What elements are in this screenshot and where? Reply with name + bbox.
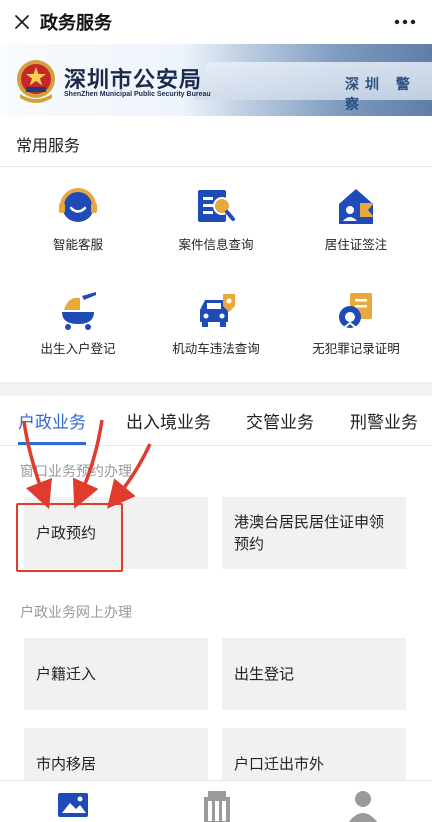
tile-household-transfer-in[interactable]: 户籍迁入 (24, 638, 208, 710)
service-label: 居住证签注 (324, 237, 388, 252)
close-icon (15, 15, 29, 29)
service-vehicle-violation[interactable]: 机动车违法查询 (144, 290, 288, 357)
home-icon (58, 793, 88, 817)
banner-subtitle: ShenZhen Municipal Public Security Burea… (64, 91, 211, 98)
no-criminal-record-icon (339, 293, 372, 328)
bottom-tab-bar (0, 780, 432, 822)
vehicle-violation-icon (200, 294, 235, 327)
birth-registration-icon (62, 292, 96, 330)
more-icon (394, 19, 416, 25)
banner-sign-text: 深圳 警察 (345, 77, 416, 113)
service-case-query[interactable]: 案件信息查询 (144, 186, 288, 253)
customer-service-icon (59, 188, 97, 222)
common-services-title: 常用服务 (16, 136, 81, 155)
service-label: 出生入户登记 (40, 341, 116, 356)
bottom-tab-profile[interactable] (346, 789, 380, 822)
tab-traffic[interactable]: 交管业务 (246, 408, 314, 433)
service-birth-registration[interactable]: 出生入户登记 (6, 290, 150, 357)
banner-title: 深圳市公安局 (64, 68, 203, 93)
bottom-tab-services[interactable] (200, 789, 234, 822)
residence-permit-icon (339, 189, 374, 224)
divider (0, 166, 432, 167)
service-label: 案件信息查询 (178, 237, 254, 252)
page-title: 政务服务 (40, 13, 112, 34)
page: 政务服务 深圳 警察 深圳市公安局 ShenZhen Municipal Pub… (0, 0, 432, 822)
online-service-title: 户政业务网上办理 (20, 605, 132, 621)
close-button[interactable] (0, 0, 44, 44)
service-label: 智能客服 (52, 237, 103, 252)
tab-criminal-police[interactable]: 刑警业务 (350, 408, 418, 433)
building-icon (204, 791, 230, 822)
service-residence-permit[interactable]: 居住证签注 (284, 186, 428, 253)
case-query-icon (198, 190, 235, 222)
tile-hk-macao-taiwan-permit[interactable]: 港澳台居民居住证申领预约 (222, 497, 406, 569)
tile-birth-registration[interactable]: 出生登记 (222, 638, 406, 710)
header-banner: 深圳 警察 深圳市公安局 ShenZhen Municipal Public S… (0, 44, 432, 116)
service-label: 无犯罪记录证明 (312, 341, 400, 356)
common-services-panel: 常用服务 智能客服 案件信息查询 居住证签注 出生入户登记 机动车违法查询 无犯… (0, 116, 432, 382)
service-customer-service[interactable]: 智能客服 (6, 186, 150, 253)
top-nav-bar: 政务服务 (0, 0, 432, 44)
more-button[interactable] (390, 8, 420, 36)
service-no-criminal-record[interactable]: 无犯罪记录证明 (284, 290, 428, 357)
bottom-tab-home[interactable] (56, 789, 90, 822)
police-emblem-icon (17, 60, 55, 103)
profile-icon (348, 791, 378, 822)
annotation-arrows (22, 419, 152, 510)
service-label: 机动车违法查询 (172, 341, 260, 356)
